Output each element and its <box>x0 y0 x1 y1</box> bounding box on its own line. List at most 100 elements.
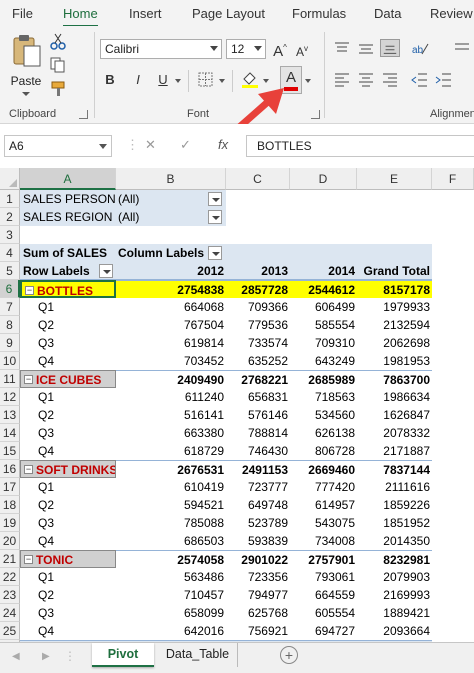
chevron-down-icon[interactable] <box>175 79 181 83</box>
quarter-label[interactable]: Q4 <box>20 442 116 460</box>
value-cell[interactable]: 594521 <box>116 496 226 514</box>
group-total-cell[interactable]: 7837144 <box>357 460 432 478</box>
value-cell[interactable]: 523789 <box>226 514 290 532</box>
group-total-cell[interactable]: 2857728 <box>226 280 290 298</box>
group-total-cell[interactable]: 2685989 <box>290 370 357 388</box>
row-header-8[interactable]: 8 <box>0 316 20 334</box>
value-cell[interactable]: 779536 <box>226 316 290 334</box>
value-cell[interactable]: 625768 <box>226 604 290 622</box>
value-cell[interactable]: 686503 <box>116 532 226 550</box>
value-cell[interactable]: 658099 <box>116 604 226 622</box>
group-total-cell[interactable]: 8157178 <box>357 280 432 298</box>
chevron-down-icon[interactable] <box>305 79 311 83</box>
value-cell[interactable]: 516141 <box>116 406 226 424</box>
value-cell[interactable]: 614957 <box>290 496 357 514</box>
quarter-label[interactable]: Q3 <box>20 334 116 352</box>
value-cell[interactable]: 709366 <box>226 298 290 316</box>
wrap-text-icon[interactable] <box>452 40 472 58</box>
grow-font-button[interactable]: A^ <box>272 38 288 60</box>
value-cell[interactable]: 2111616 <box>357 478 432 496</box>
format-painter-icon[interactable] <box>48 80 68 98</box>
group-label-ice-cubes[interactable]: − ICE CUBES <box>20 370 116 388</box>
quarter-label[interactable]: Q2 <box>20 406 116 424</box>
value-cell[interactable]: 2169993 <box>357 586 432 604</box>
column-header-a[interactable]: A <box>20 168 116 190</box>
value-cell[interactable]: 2062698 <box>357 334 432 352</box>
value-cell[interactable]: 543075 <box>290 514 357 532</box>
value-cell[interactable]: 2132594 <box>357 316 432 334</box>
align-left-icon[interactable] <box>332 71 352 89</box>
row-header-13[interactable]: 13 <box>0 406 20 424</box>
value-cell[interactable]: 635252 <box>226 352 290 370</box>
group-total-cell[interactable]: 2754838 <box>116 280 226 298</box>
row-header-3[interactable]: 3 <box>0 226 20 244</box>
row-header-2[interactable]: 2 <box>0 208 20 226</box>
quarter-label[interactable]: Q4 <box>20 532 116 550</box>
enter-icon[interactable]: ✓ <box>180 137 191 153</box>
column-header-b[interactable]: B <box>116 168 226 190</box>
quarter-label[interactable]: Q4 <box>20 352 116 370</box>
align-middle-icon[interactable] <box>356 40 376 58</box>
align-right-icon[interactable] <box>380 71 400 89</box>
value-cell[interactable]: 793061 <box>290 568 357 586</box>
value-cell[interactable]: 756921 <box>226 622 290 640</box>
value-cell[interactable]: 806728 <box>290 442 357 460</box>
column-labels-dropdown-icon[interactable] <box>208 246 222 260</box>
cut-icon[interactable] <box>48 32 68 50</box>
borders-icon[interactable] <box>196 71 216 89</box>
tab-home[interactable]: Home <box>63 3 98 28</box>
row-header-14[interactable]: 14 <box>0 424 20 442</box>
value-cell[interactable]: 694727 <box>290 622 357 640</box>
value-cell[interactable]: 606499 <box>290 298 357 316</box>
chevron-down-icon[interactable] <box>263 79 269 83</box>
group-total-cell[interactable]: 2901022 <box>226 550 290 568</box>
row-header-24[interactable]: 24 <box>0 604 20 622</box>
value-cell[interactable]: 1981953 <box>357 352 432 370</box>
row-header-18[interactable]: 18 <box>0 496 20 514</box>
italic-button[interactable]: I <box>130 70 146 90</box>
value-cell[interactable]: 1889421 <box>357 604 432 622</box>
clipboard-launcher-icon[interactable] <box>79 110 88 119</box>
value-cell[interactable]: 534560 <box>290 406 357 424</box>
row-header-9[interactable]: 9 <box>0 334 20 352</box>
value-cell[interactable]: 605554 <box>290 604 357 622</box>
collapse-icon[interactable]: − <box>24 465 33 475</box>
sheet-tab-pivot[interactable]: Pivot <box>92 643 154 667</box>
row-header-23[interactable]: 23 <box>0 586 20 604</box>
increase-indent-icon[interactable] <box>434 71 454 89</box>
tab-review[interactable]: Review <box>430 3 473 24</box>
name-box[interactable]: A6 <box>4 135 112 157</box>
value-cell[interactable]: 734008 <box>290 532 357 550</box>
value-cell[interactable]: 788814 <box>226 424 290 442</box>
value-cell[interactable]: 642016 <box>116 622 226 640</box>
value-cell[interactable]: 664068 <box>116 298 226 316</box>
scroll-left-icon[interactable]: ◀ <box>12 651 20 662</box>
column-header-d[interactable]: D <box>290 168 357 190</box>
group-total-cell[interactable]: 8232981 <box>357 550 432 568</box>
value-cell[interactable]: 656831 <box>226 388 290 406</box>
chevron-down-icon[interactable] <box>219 79 225 83</box>
value-cell[interactable]: 2093664 <box>357 622 432 640</box>
value-cell[interactable]: 723356 <box>226 568 290 586</box>
align-center-icon[interactable] <box>356 71 376 89</box>
quarter-label[interactable]: Q4 <box>20 622 116 640</box>
group-label-tonic[interactable]: − TONIC <box>20 550 116 568</box>
group-total-cell[interactable]: 2574058 <box>116 550 226 568</box>
font-launcher-icon[interactable] <box>311 110 320 119</box>
tab-insert[interactable]: Insert <box>129 3 162 24</box>
value-cell[interactable]: 611240 <box>116 388 226 406</box>
align-top-icon[interactable] <box>332 40 352 58</box>
row-header-16[interactable]: 16 <box>0 460 20 478</box>
quarter-label[interactable]: Q3 <box>20 514 116 532</box>
row-header-6[interactable]: 6 <box>0 280 20 298</box>
row-header-12[interactable]: 12 <box>0 388 20 406</box>
paste-button[interactable]: Paste <box>8 32 44 104</box>
row-header-5[interactable]: 5 <box>0 262 20 280</box>
quarter-label[interactable]: Q1 <box>20 568 116 586</box>
bold-button[interactable]: B <box>102 70 118 90</box>
row-header-17[interactable]: 17 <box>0 478 20 496</box>
group-total-cell[interactable]: 2768221 <box>226 370 290 388</box>
value-cell[interactable]: 718563 <box>290 388 357 406</box>
value-cell[interactable]: 703452 <box>116 352 226 370</box>
scroll-right-icon[interactable]: ▶ <box>42 651 50 662</box>
